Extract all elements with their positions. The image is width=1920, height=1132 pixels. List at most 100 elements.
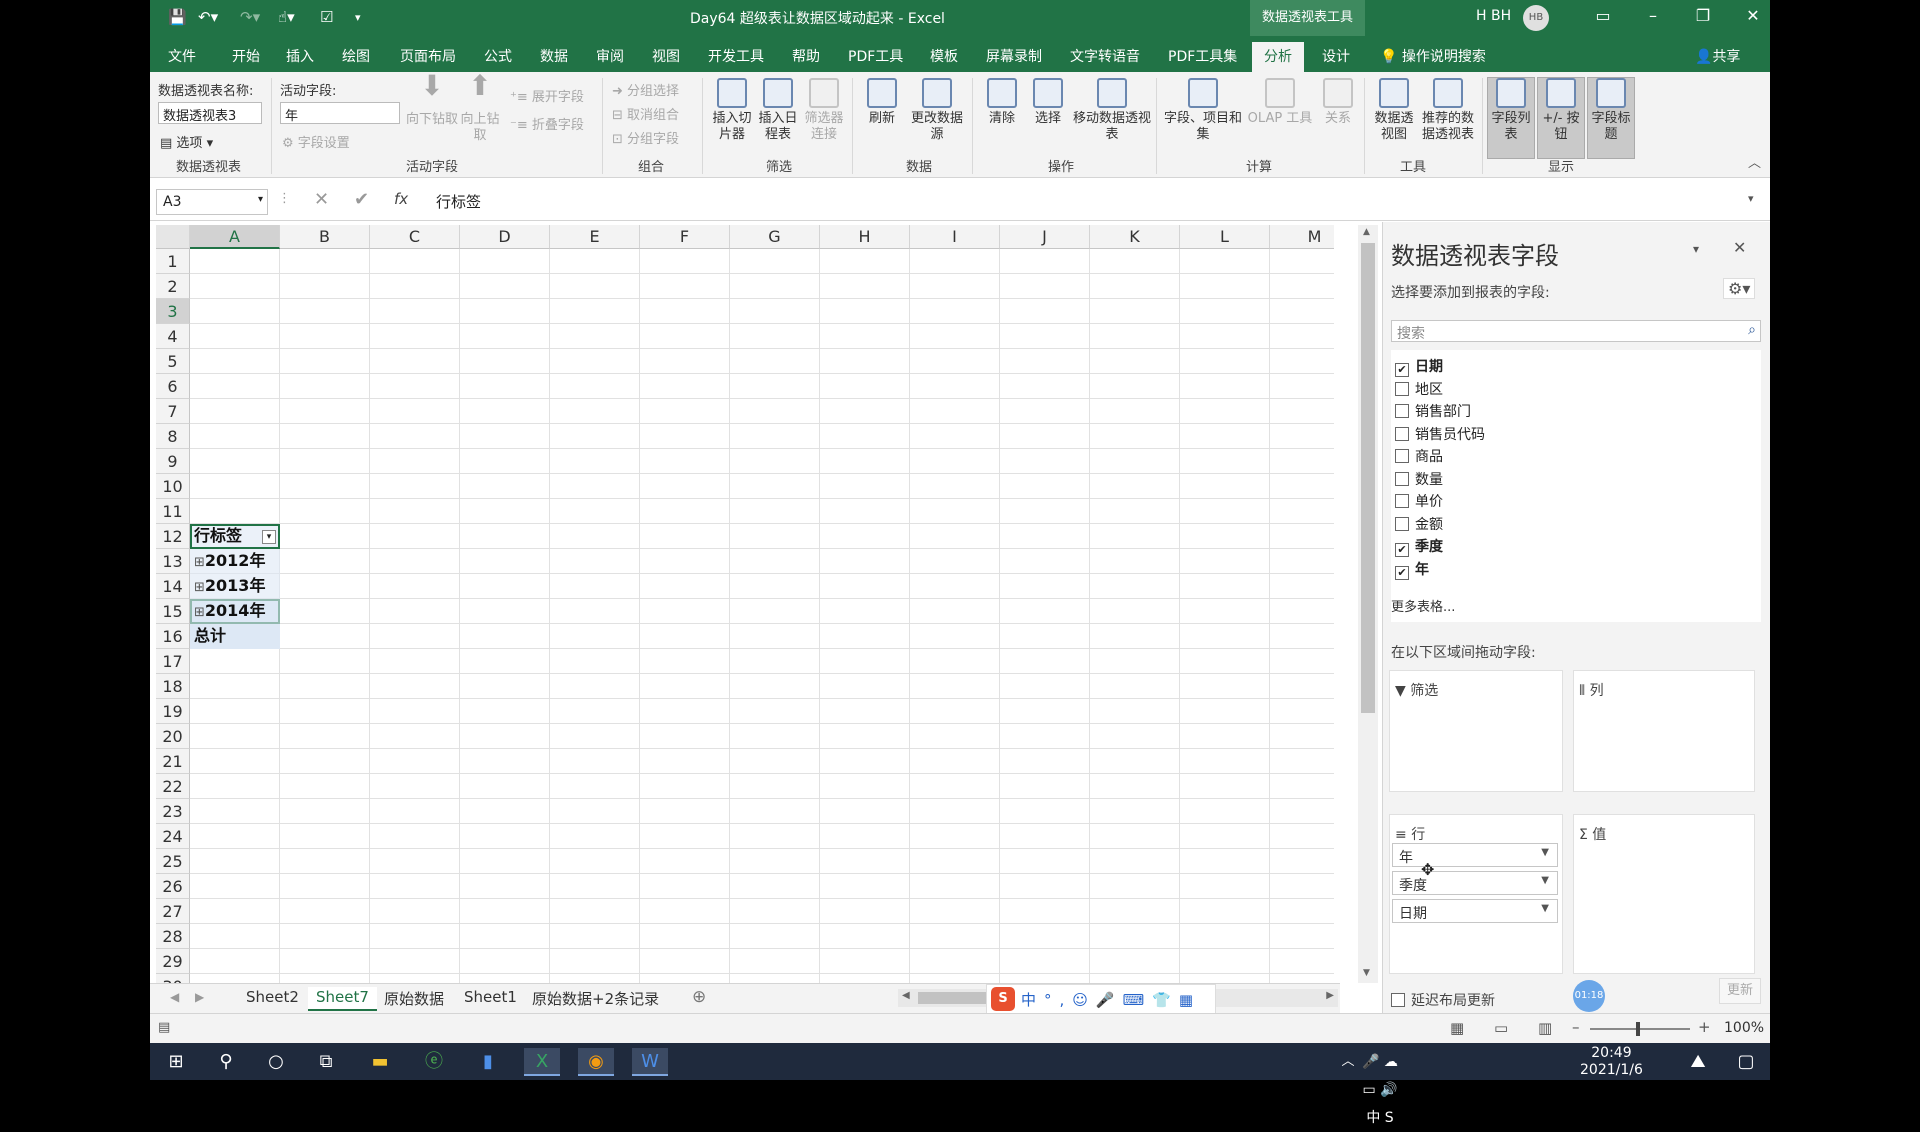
olap-tools-button[interactable]: OLAP 工具 [1244, 78, 1316, 127]
sheet-tab[interactable]: Sheet1 [456, 987, 525, 1011]
field-item[interactable]: 金额 [1395, 514, 1443, 534]
select-all-corner[interactable] [156, 225, 190, 249]
row-header[interactable]: 29 [156, 949, 190, 974]
tab-page-layout[interactable]: 页面布局 [400, 46, 456, 66]
field-checkbox[interactable] [1395, 381, 1409, 396]
excel-taskbar-icon[interactable]: X [524, 1048, 560, 1076]
scroll-right-icon[interactable]: ▶ [1326, 990, 1334, 1001]
expand-field-button[interactable]: ⁺≡ 展开字段 [510, 86, 584, 105]
row-header[interactable]: 11 [156, 499, 190, 524]
share-button[interactable]: 👤共享 [1695, 46, 1740, 66]
name-box[interactable]: A3 ▾ [156, 189, 268, 215]
field-checkbox[interactable] [1395, 426, 1409, 441]
group-selection-button[interactable]: ➜ 分组选择 [612, 80, 679, 99]
avatar[interactable]: HB [1523, 5, 1549, 31]
insert-timeline-button[interactable]: 插入日程表 [756, 78, 800, 143]
field-item[interactable]: 数量 [1395, 469, 1443, 489]
field-checkbox[interactable]: ✔ [1395, 363, 1409, 377]
scroll-down-icon[interactable]: ▼ [1363, 968, 1370, 978]
tab-draw[interactable]: 绘图 [342, 46, 370, 66]
row-header[interactable]: 25 [156, 849, 190, 874]
column-header[interactable]: G [730, 225, 820, 249]
field-item[interactable]: ✔ 日期 [1395, 356, 1443, 377]
field-item[interactable]: 销售部门 [1395, 401, 1471, 421]
insert-slicer-button[interactable]: 插入切片器 [710, 78, 754, 143]
tray-icons[interactable]: 🎤 ☁ ▭ 🔊 中 S [1362, 1048, 1398, 1126]
ribbon-display-icon[interactable]: ▭ [1588, 6, 1618, 25]
writer-icon[interactable]: W [632, 1048, 668, 1076]
enter-icon[interactable]: ✔ [354, 189, 369, 210]
defer-checkbox[interactable] [1391, 993, 1405, 1007]
row-header[interactable]: 23 [156, 799, 190, 824]
next-sheet-icon[interactable]: ▶ [195, 990, 204, 1004]
row-header[interactable]: 2 [156, 274, 190, 299]
row-header[interactable]: 14 [156, 574, 190, 599]
pivot-row-2014[interactable]: ⊞2014年 [190, 599, 265, 625]
tab-file[interactable]: 文件 [168, 46, 196, 66]
sheet-tab[interactable]: 原始数据+2条记录 [524, 987, 667, 1011]
row-header[interactable]: 24 [156, 824, 190, 849]
filter-connections-button[interactable]: 筛选器连接 [802, 78, 846, 143]
collapse-ribbon-icon[interactable]: ︿ [1748, 152, 1761, 171]
clear-button[interactable]: 清除 [980, 78, 1024, 127]
zoom-level[interactable]: 100% [1724, 1020, 1764, 1036]
field-checkbox[interactable]: ✔ [1395, 543, 1409, 557]
save-icon[interactable]: 💾 [168, 8, 187, 26]
row-header[interactable]: 15 [156, 599, 190, 624]
column-header[interactable]: C [370, 225, 460, 249]
row-header[interactable]: 8 [156, 424, 190, 449]
ime-toolbar[interactable]: S 中°,☺🎤⌨👕▦ [986, 984, 1216, 1014]
touch-mode-icon[interactable]: ☝▾ [278, 8, 295, 26]
field-checkbox[interactable] [1395, 449, 1409, 463]
row-header[interactable]: 12 [156, 524, 190, 549]
row-header[interactable]: 20 [156, 724, 190, 749]
field-item[interactable]: 商品 [1395, 446, 1443, 466]
sheet-tab[interactable]: 原始数据 [376, 987, 452, 1011]
chevron-down-icon[interactable]: ▼ [1541, 903, 1549, 914]
worksheet-grid[interactable]: A B C D E F G H I J K L M 1 2 3 4 5 6 7 8 9 10 11 1… [156, 225, 1334, 983]
fields-items-sets-button[interactable]: 字段、项目和集 [1162, 78, 1244, 143]
field-checkbox[interactable] [1395, 516, 1409, 531]
field-checkbox[interactable]: ✔ [1395, 565, 1409, 580]
tray-chevron-icon[interactable]: ︿ [1330, 1048, 1366, 1076]
recorder-icon[interactable]: ◉ [578, 1048, 614, 1076]
minimize-icon[interactable]: – [1638, 6, 1668, 25]
column-header[interactable]: D [460, 225, 550, 249]
update-button[interactable]: 更新 [1719, 978, 1761, 1004]
tab-pdf-tools[interactable]: PDF工具 [848, 46, 903, 66]
tab-data[interactable]: 数据 [540, 46, 568, 66]
field-item[interactable]: ✔ 季度 [1395, 536, 1443, 557]
tab-analyze[interactable]: 分析 [1252, 42, 1304, 72]
tab-design[interactable]: 设计 [1322, 46, 1350, 66]
scroll-left-icon[interactable]: ◀ [902, 990, 910, 1001]
ime-tools-icons[interactable]: 中°,☺🎤⌨👕▦ [1021, 989, 1201, 1010]
drill-down-button[interactable]: ⬇ 向下钻取 [406, 72, 458, 128]
tell-me-search[interactable]: 💡 操作说明搜索 [1380, 46, 1486, 66]
pivot-row-2013[interactable]: ⊞2013年 [190, 574, 265, 600]
drill-up-button[interactable]: ⬆ 向上钻取 [458, 72, 502, 144]
column-header[interactable]: E [550, 225, 640, 249]
tab-insert[interactable]: 插入 [286, 46, 314, 66]
close-icon[interactable]: ✕ [1733, 238, 1746, 257]
field-settings-button[interactable]: ⚙ 字段设置 [282, 132, 350, 151]
grand-total[interactable]: 总计 [190, 624, 280, 649]
field-item[interactable]: 销售员代码 [1395, 424, 1485, 444]
more-tables-link[interactable]: 更多表格... [1391, 596, 1455, 615]
plus-minus-buttons-toggle[interactable]: +/- 按钮 [1537, 77, 1585, 159]
row-header[interactable]: 21 [156, 749, 190, 774]
pivot-name-input[interactable]: 数据透视表3 [158, 102, 262, 124]
zoom-slider[interactable] [1590, 1022, 1690, 1036]
tab-help[interactable]: 帮助 [792, 46, 820, 66]
tab-home[interactable]: 开始 [232, 46, 260, 66]
scroll-up-icon[interactable]: ▲ [1363, 227, 1370, 237]
task-view-icon[interactable]: ⧉ [308, 1048, 344, 1076]
vertical-scrollbar[interactable]: ▲ ▼ [1358, 225, 1378, 983]
filter-dropdown-icon[interactable]: ▾ [262, 530, 276, 544]
column-header[interactable]: L [1180, 225, 1270, 249]
row-header[interactable]: 16 [156, 624, 190, 649]
insert-function-icon[interactable]: fx [394, 190, 408, 208]
row-header[interactable]: 5 [156, 349, 190, 374]
column-header[interactable]: F [640, 225, 730, 249]
row-field-date[interactable]: 日期 ▼ [1392, 899, 1558, 923]
row-header[interactable]: 13 [156, 549, 190, 574]
